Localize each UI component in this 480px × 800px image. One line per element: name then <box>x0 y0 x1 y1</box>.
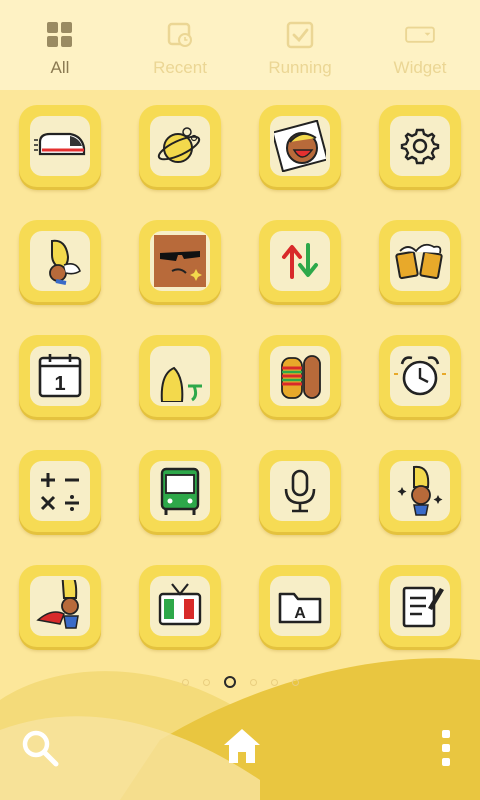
tab-label: Recent <box>153 58 207 77</box>
app-train[interactable] <box>19 105 101 187</box>
app-beer[interactable] <box>379 220 461 302</box>
app-banana-peek[interactable] <box>139 335 221 417</box>
tv-icon <box>158 583 202 626</box>
bottom-bar <box>0 710 480 800</box>
tab-all[interactable]: All <box>0 0 120 90</box>
banana-sparkle-icon <box>397 465 443 516</box>
sunglasses-face-icon <box>154 235 206 287</box>
page-dot[interactable] <box>249 678 257 686</box>
microphone-icon <box>284 469 316 513</box>
home-button[interactable] <box>220 724 264 768</box>
more-button[interactable] <box>426 726 466 770</box>
laughing-face-icon <box>274 120 326 172</box>
page-dot[interactable] <box>202 678 210 686</box>
up-down-arrows-icon <box>282 243 318 279</box>
grid-icon <box>45 20 75 50</box>
bullet-train-icon <box>34 132 86 156</box>
banana-superhero-icon <box>36 580 79 629</box>
notepad-icon <box>402 586 444 628</box>
app-tv[interactable] <box>139 565 221 647</box>
app-alarm[interactable] <box>379 335 461 417</box>
folder-a-icon: A <box>278 592 322 624</box>
running-icon <box>285 20 315 50</box>
app-sandwich[interactable] <box>259 335 341 417</box>
banana-character-icon <box>49 239 81 285</box>
svg-text:A: A <box>294 605 306 622</box>
page-dot-active[interactable] <box>223 676 236 688</box>
page-dot[interactable] <box>270 678 278 686</box>
app-bus[interactable] <box>139 450 221 532</box>
search-button[interactable] <box>18 726 62 770</box>
app-files[interactable]: A <box>259 565 341 647</box>
tab-running[interactable]: Running <box>240 0 360 90</box>
tab-label: Running <box>268 58 332 77</box>
app-banana-superhero[interactable] <box>19 565 101 647</box>
app-data-transfer[interactable] <box>259 220 341 302</box>
page-dot[interactable] <box>181 678 189 686</box>
app-laughing[interactable] <box>259 105 341 187</box>
tab-recent[interactable]: Recent <box>120 0 240 90</box>
top-tab-bar: All Recent Running Widget <box>0 0 480 90</box>
more-vertical-icon <box>442 730 450 766</box>
search-icon <box>22 730 59 767</box>
recent-icon <box>165 20 195 50</box>
app-voice[interactable] <box>259 450 341 532</box>
app-grid: 1 A <box>0 100 480 660</box>
banana-peek-icon <box>160 366 202 402</box>
app-banana-sparkle[interactable] <box>379 450 461 532</box>
home-icon <box>224 729 260 763</box>
bus-icon <box>160 467 200 515</box>
app-planet[interactable] <box>139 105 221 187</box>
app-calendar[interactable]: 1 <box>19 335 101 417</box>
app-sunglasses[interactable] <box>139 220 221 302</box>
beer-mugs-icon <box>395 243 443 280</box>
page-indicator <box>0 674 480 690</box>
burger-sandwich-icon <box>281 355 321 399</box>
app-settings[interactable] <box>379 105 461 187</box>
app-notes[interactable] <box>379 565 461 647</box>
tab-label: All <box>50 58 70 77</box>
page-dot[interactable] <box>291 678 299 686</box>
alarm-clock-icon <box>394 356 446 396</box>
widget-icon <box>405 20 435 50</box>
tab-widget[interactable]: Widget <box>360 0 480 90</box>
svg-text:1: 1 <box>54 373 65 395</box>
app-banana-character[interactable] <box>19 220 101 302</box>
gear-icon <box>400 128 440 165</box>
calendar-icon: 1 <box>38 354 82 398</box>
app-calculator[interactable] <box>19 450 101 532</box>
tab-label: Widget <box>393 58 447 77</box>
calculator-icon <box>40 473 79 511</box>
planet-icon <box>157 127 201 163</box>
